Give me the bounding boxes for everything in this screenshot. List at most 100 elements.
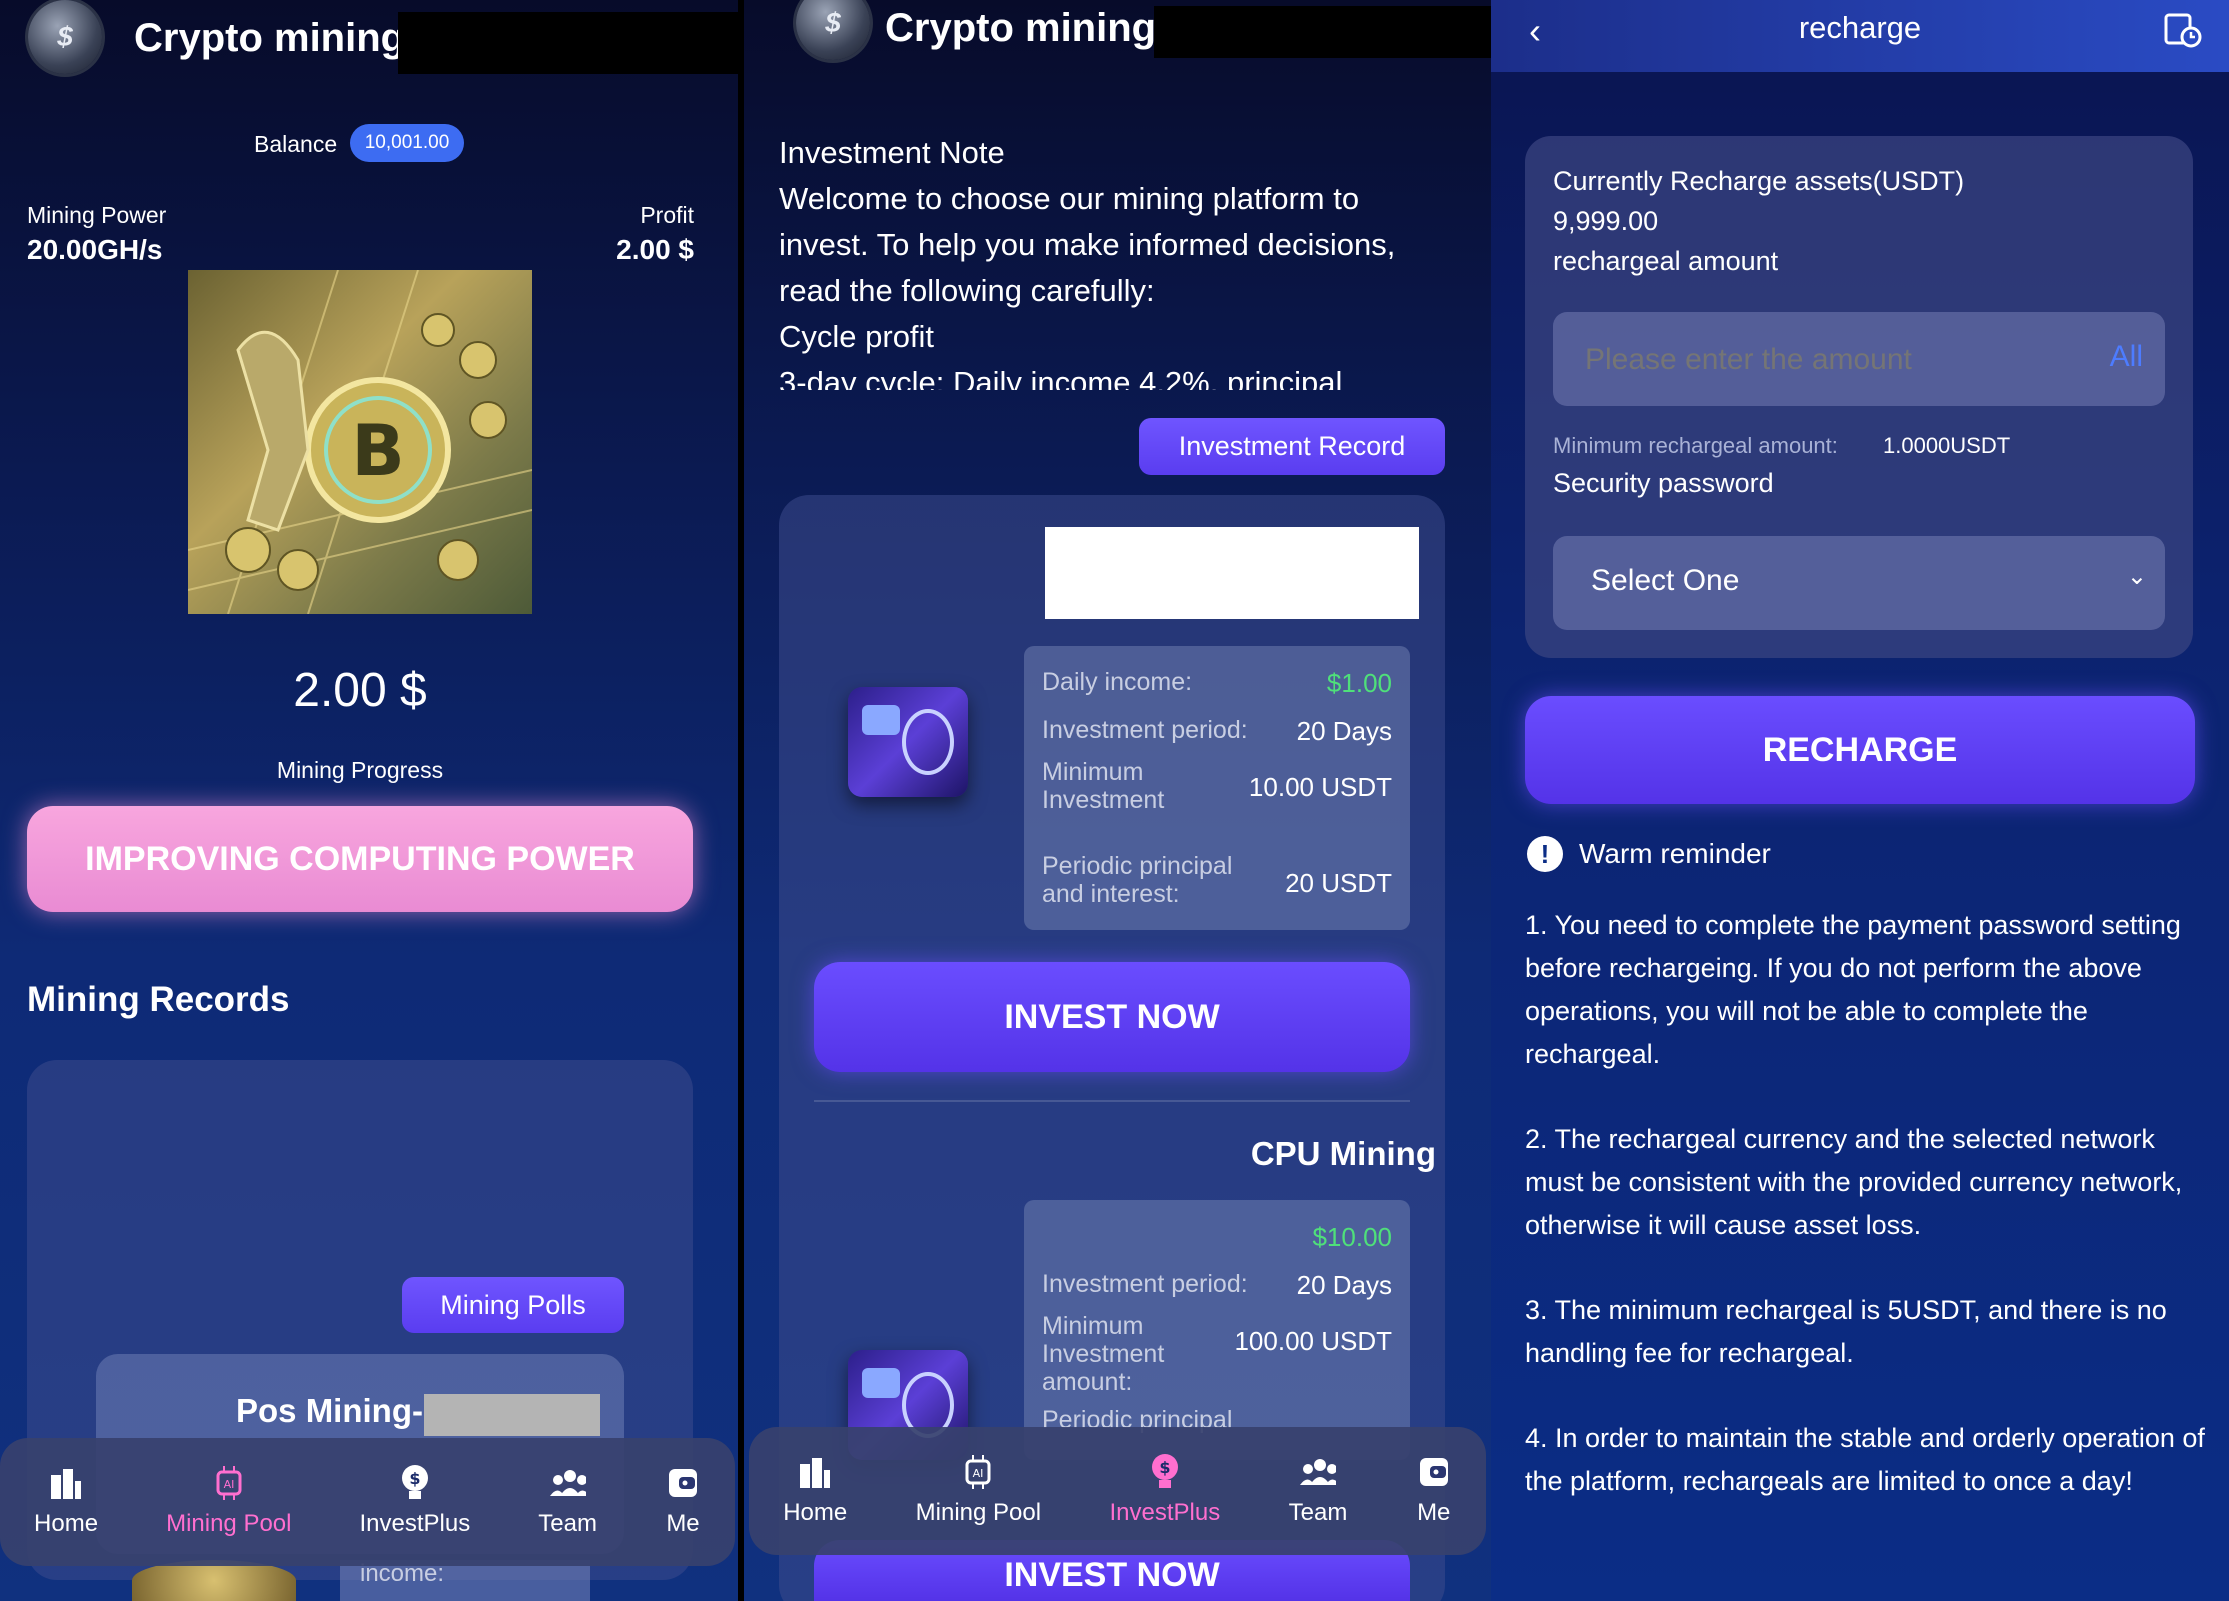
nav-label: Home: [783, 1499, 848, 1526]
history-icon[interactable]: [2163, 10, 2203, 55]
svg-text:$: $: [1159, 1458, 1170, 1477]
period-value: 20 Days: [1296, 716, 1392, 746]
assets-label: Currently Recharge assets(USDT): [1553, 166, 1965, 196]
amount-field[interactable]: All: [1553, 312, 2165, 408]
coin-image: [132, 1560, 296, 1601]
all-link[interactable]: All: [2110, 340, 2143, 374]
nav-mining-pool[interactable]: AI Mining Pool: [166, 1466, 291, 1538]
earned-amount: 2.00 $: [293, 664, 427, 717]
nav-label: Home: [34, 1510, 99, 1537]
min-investment-value: 10.00 USDT: [1248, 772, 1392, 802]
amount-label: rechargeal amount: [1553, 246, 1779, 276]
wallet-icon: [665, 1466, 701, 1500]
app-title: Crypto mining: [134, 16, 406, 60]
home-icon: [48, 1466, 84, 1500]
reminder-item: 3. The minimum rechargeal is 5USDT, and …: [1525, 1295, 2167, 1368]
daily-income-label: Daily income:: [1042, 668, 1193, 696]
mining-power-label: Mining Power: [27, 202, 167, 228]
nav-investplus[interactable]: $ InvestPlus: [1109, 1454, 1221, 1527]
page-title: recharge: [1798, 10, 1922, 45]
assets-value: 9,999.00: [1553, 206, 1659, 236]
nav-investplus[interactable]: $ InvestPlus: [359, 1465, 471, 1538]
note-line: read the following carefully:: [779, 273, 1155, 308]
balance-badge: 10,001.00: [350, 124, 464, 162]
recharge-screen: ‹ recharge Currently Recharge assets(USD…: [1491, 0, 2229, 1601]
nav-label: Team: [1288, 1499, 1348, 1526]
investment-note: Investment Note Welcome to choose our mi…: [779, 130, 1459, 390]
team-icon: [549, 1466, 586, 1500]
redacted-area: [424, 1394, 600, 1436]
product-info-box: $10.00 Investment period: 20 Days Minimu…: [1024, 1200, 1410, 1460]
note-line: 3-day cycle: Daily income 4.2%, principa…: [779, 365, 1343, 390]
product-info-box: Daily income: $1.00 Investment period: 2…: [1024, 646, 1410, 930]
period-label: Investment period:: [1042, 716, 1248, 744]
investplus-screen: $ Crypto mining Investment Note Welcome …: [744, 0, 1491, 1601]
nav-label: Mining Pool: [166, 1510, 292, 1537]
mining-polls-button[interactable]: Mining Polls: [402, 1277, 624, 1333]
nav-label: Me: [666, 1510, 700, 1537]
svg-text:AI: AI: [223, 1478, 234, 1491]
min-investment-label: Minimum Investment amount:: [1042, 758, 1165, 814]
period-label: Investment period:: [1042, 1270, 1248, 1298]
nav-label: InvestPlus: [359, 1510, 471, 1537]
reminder-item: 1. You need to complete the payment pass…: [1525, 910, 2181, 1069]
reminder-item: 4. In order to maintain the stable and o…: [1525, 1423, 2205, 1496]
redacted-area: [398, 12, 738, 74]
app-logo: $: [796, 0, 870, 60]
bottom-nav: Home AI Mining Pool $ InvestPlus Team Me: [749, 1427, 1486, 1555]
bottom-nav: Home AI Mining Pool $ InvestPlus Team Me: [0, 1438, 735, 1566]
svg-text:$: $: [409, 1469, 420, 1488]
nav-home[interactable]: Home: [34, 1466, 98, 1538]
chip-icon: AI: [211, 1466, 247, 1500]
bulb-dollar-icon: $: [1147, 1454, 1183, 1489]
chip-icon: AI: [960, 1455, 996, 1489]
miner-device-image: [848, 687, 968, 797]
nav-me[interactable]: Me: [665, 1466, 701, 1538]
nav-label: InvestPlus: [1109, 1499, 1221, 1526]
period-value: 20 Days: [1296, 1270, 1392, 1300]
peek-text: income:: [340, 1560, 590, 1601]
profit-value: 2.00 $: [616, 234, 694, 265]
nav-label: Team: [538, 1510, 597, 1537]
reminder-item: 2. The rechargeal currency and the selec…: [1525, 1124, 2183, 1240]
mining-records-heading: Mining Records: [27, 980, 290, 1019]
investment-record-button[interactable]: Investment Record: [1139, 418, 1445, 475]
reminder-title: Warm reminder: [1579, 838, 1771, 869]
invest-now-button[interactable]: INVEST NOW: [814, 962, 1410, 1072]
mining-progress-label: Mining Progress: [276, 757, 444, 783]
nav-team[interactable]: Team: [1288, 1455, 1348, 1527]
min-amount-label: Minimum rechargeal amount:: [1553, 433, 1838, 458]
note-line: Welcome to choose our mining platform to: [779, 181, 1360, 216]
pool-card-title: Pos Mining-: [236, 1392, 423, 1429]
nav-mining-pool[interactable]: AI Mining Pool: [916, 1455, 1041, 1527]
periodic-value: 20 USDT: [1285, 868, 1392, 898]
mining-illustration: B: [188, 270, 532, 614]
nav-home[interactable]: Home: [783, 1455, 847, 1527]
mining-pool-screen: $ Crypto mining Balance 10,001.00 Mining…: [0, 0, 738, 1601]
nav-me[interactable]: Me: [1416, 1455, 1452, 1527]
redacted-area: [1045, 527, 1419, 619]
note-line: Cycle profit: [779, 319, 935, 354]
svg-text:AI: AI: [973, 1467, 984, 1480]
profit-label: Profit: [640, 202, 694, 228]
nav-label: Mining Pool: [915, 1499, 1042, 1526]
amount-input[interactable]: [1583, 312, 2067, 408]
select-value: Select One: [1591, 564, 1740, 597]
nav-team[interactable]: Team: [538, 1466, 597, 1538]
wallet-icon: [1416, 1455, 1452, 1489]
svg-text:B: B: [351, 410, 404, 492]
home-icon: [797, 1455, 833, 1489]
note-line: Investment Note: [779, 135, 1005, 170]
mining-power-value: 20.00GH/s: [27, 234, 163, 265]
product-title: CPU Mining: [1250, 1135, 1436, 1172]
recharge-button[interactable]: RECHARGE: [1525, 696, 2195, 804]
daily-income-value: $1.00: [1326, 668, 1392, 698]
security-select[interactable]: Select One ⌄: [1553, 536, 2165, 630]
app-logo: $: [28, 0, 102, 74]
improve-power-button[interactable]: IMPROVING COMPUTING POWER: [27, 806, 693, 912]
warning-icon: !: [1527, 836, 1563, 872]
app-title: Crypto mining: [885, 6, 1157, 50]
daily-income-value: $10.00: [1312, 1222, 1392, 1252]
redacted-area: [1154, 6, 1491, 58]
min-amount-value: 1.0000USDT: [1883, 433, 2011, 458]
